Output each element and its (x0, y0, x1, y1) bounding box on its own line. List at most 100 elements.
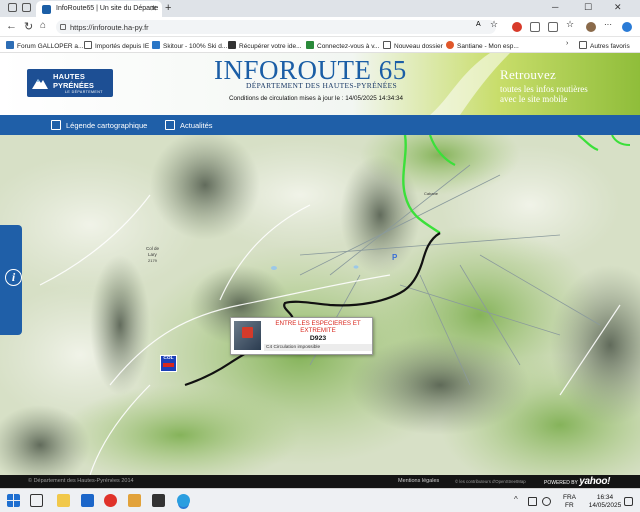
tab-close-icon[interactable]: ✕ (150, 4, 157, 13)
favorite-item[interactable]: Skitour - 100% Ski d... (152, 41, 227, 50)
browser-tab-bar: InfoRoute65 | Un site du Départe ✕ + ─ ☐… (0, 0, 640, 17)
closed-sign-icon (163, 363, 174, 367)
minimize-button[interactable]: ─ (552, 2, 558, 12)
tab-title: InfoRoute65 | Un site du Départe (56, 5, 159, 12)
favorite-item[interactable]: Forum GALLOPER a... (6, 41, 83, 50)
home-icon[interactable]: ⌂ (40, 20, 46, 31)
keyboard-indicator[interactable]: FR (565, 502, 574, 509)
task-view-icon[interactable] (30, 494, 43, 507)
extension2-icon[interactable] (530, 22, 540, 32)
favorite-item[interactable]: Santiane - Mon esp... (446, 41, 519, 50)
split-screen-icon[interactable] (548, 22, 558, 32)
nav-news[interactable]: Actualités (165, 120, 213, 130)
calendar-icon (165, 120, 175, 130)
info-icon: i (5, 269, 22, 286)
popup-status: C4 Circulation impossible (264, 344, 372, 351)
back-arrow-icon[interactable]: ← (6, 20, 17, 32)
legal-link[interactable]: Mentions légales (398, 478, 439, 484)
opera-icon[interactable] (104, 494, 117, 507)
reload-icon[interactable]: ↻ (24, 20, 33, 33)
popup-title: ENTRE LES ESPECIERES ET EXTREMITE (275, 320, 361, 334)
language-indicator[interactable]: FRA (563, 494, 576, 501)
inforoute-favicon-icon (42, 5, 51, 14)
svg-text:Col de: Col de (146, 246, 160, 251)
file-explorer-icon[interactable] (57, 494, 70, 507)
favorite-item[interactable]: Récupérer votre ide... (228, 41, 302, 50)
main-nav: Légende cartographique Actualités (0, 115, 640, 135)
col-marker-label: COL (163, 356, 174, 361)
book-icon (51, 120, 61, 130)
info-panel-toggle[interactable]: i (0, 225, 22, 335)
login-icon (306, 41, 314, 49)
wifi-icon[interactable] (528, 497, 537, 506)
edge-icon[interactable] (177, 494, 190, 507)
favorite-star-icon[interactable]: ☆ (490, 19, 500, 29)
more-menu-icon[interactable]: ··· (604, 20, 614, 30)
road-map[interactable]: P Col de Lary 2179 Cabane i COL ENTRE LE… (0, 135, 640, 475)
col-marker[interactable]: COL (160, 355, 177, 372)
osm-attribution[interactable]: © les contributeurs d'OpenStreetMap (455, 479, 526, 484)
address-toolbar: ← ↻ ⌂ https://inforoute.ha-py.fr A ☆ ☆ ·… (0, 17, 640, 37)
tray-chevron-icon[interactable]: ^ (514, 495, 527, 508)
key-icon (228, 41, 236, 49)
road-closed-photo (234, 321, 261, 350)
app-icon[interactable] (152, 494, 165, 507)
windows-taskbar: ^ FRA FR 16:34 14/05/2025 (0, 488, 640, 512)
site-header: HAUTES PYRÉNÉES LE DÉPARTEMENT INFOROUTE… (0, 53, 640, 115)
folder-icon (579, 41, 587, 49)
svg-text:2179: 2179 (148, 258, 158, 263)
lock-icon (60, 24, 66, 30)
outlook-icon[interactable] (81, 494, 94, 507)
favorite-item[interactable]: Importés depuis IE (84, 41, 149, 50)
site-footer: © Département des Hautes-Pyrénées 2014 M… (0, 475, 640, 488)
favorites-star-icon[interactable]: ☆ (566, 19, 576, 29)
promo-line-2: toutes les infos routières (500, 84, 588, 94)
favorite-item[interactable]: Autres favoris (579, 41, 630, 50)
folder-icon (383, 41, 391, 49)
department-logo[interactable]: HAUTES PYRÉNÉES LE DÉPARTEMENT (27, 69, 113, 97)
system-date[interactable]: 14/05/2025 (588, 502, 622, 509)
svg-text:P: P (392, 253, 398, 262)
favorite-item[interactable]: Connectez-vous à v... (306, 41, 379, 50)
mobile-promo[interactable]: Retrouvez toutes les infos routières ave… (500, 67, 588, 104)
windows-start-icon[interactable] (7, 494, 20, 507)
promo-line-1: Retrouvez (500, 67, 557, 82)
copilot-icon[interactable] (622, 22, 632, 32)
skitour-icon (152, 41, 160, 49)
folder-app-icon[interactable] (128, 494, 141, 507)
volume-icon[interactable] (542, 497, 551, 506)
promo-line-3: avec le site mobile (500, 94, 568, 104)
tab-actions-icon[interactable] (22, 3, 31, 12)
folder-icon (84, 41, 92, 49)
new-tab-button[interactable]: + (165, 2, 171, 14)
logo-line-2: PYRÉNÉES (53, 81, 94, 90)
popup-road: D923 (309, 335, 327, 342)
mountain-logo-icon (32, 79, 48, 89)
header-swoosh (430, 53, 510, 115)
logo-line-1: HAUTES (53, 72, 86, 81)
notification-icon[interactable] (624, 497, 633, 506)
maximize-button[interactable]: ☐ (584, 2, 592, 13)
yahoo-logo: yahoo! (579, 476, 611, 487)
yahoo-attribution[interactable]: POWERED BY yahoo! (544, 476, 610, 487)
copyright: © Département des Hautes-Pyrénées 2014 (28, 478, 134, 484)
santiane-icon (446, 41, 454, 49)
favorites-bar: Forum GALLOPER a... Importés depuis IE S… (0, 37, 640, 53)
url-input[interactable]: https://inforoute.ha-py.fr (56, 20, 496, 34)
forum-icon (6, 41, 14, 49)
nav-legend[interactable]: Légende cartographique (51, 120, 147, 130)
read-aloud-icon[interactable]: A (476, 21, 486, 31)
svg-text:Lary: Lary (148, 252, 158, 257)
avatar[interactable] (586, 22, 596, 32)
chevron-right-icon[interactable]: › (566, 40, 568, 47)
close-window-button[interactable]: ✕ (614, 2, 622, 13)
update-timestamp: Conditions de circulation mises à jour l… (229, 95, 403, 102)
extension-icon[interactable] (512, 22, 522, 32)
logo-line-3: LE DÉPARTEMENT (65, 90, 103, 94)
profile-icon[interactable] (8, 3, 17, 12)
system-clock[interactable]: 16:34 (588, 494, 622, 501)
browser-tab[interactable]: InfoRoute65 | Un site du Départe ✕ (36, 1, 162, 17)
url-text: https://inforoute.ha-py.fr (70, 23, 149, 32)
road-info-popup[interactable]: ENTRE LES ESPECIERES ET EXTREMITE D923 C… (230, 317, 373, 355)
favorite-item[interactable]: Nouveau dossier (383, 41, 443, 50)
